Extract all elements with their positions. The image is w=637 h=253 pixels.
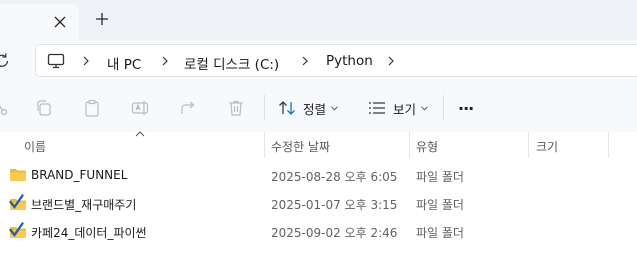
chevron-right-icon[interactable] xyxy=(81,56,91,66)
close-icon[interactable] xyxy=(51,13,69,31)
chevron-right-icon[interactable] xyxy=(386,56,396,66)
chevron-right-icon[interactable] xyxy=(300,56,310,66)
checked-folder-icon xyxy=(9,222,26,238)
file-name: BRAND_FUNNEL xyxy=(31,168,128,182)
navigation-row: 내 PC 로컬 디스크 (C:) Python xyxy=(0,40,637,82)
file-name: 카페24_데이터_파이썬 xyxy=(31,226,147,240)
column-divider[interactable] xyxy=(409,132,410,158)
chevron-down-icon xyxy=(421,105,428,111)
address-bar[interactable]: 내 PC 로컬 디스크 (C:) Python xyxy=(35,44,637,77)
plus-icon[interactable] xyxy=(93,10,111,28)
tab-strip xyxy=(0,0,637,40)
file-type: 파일 폴더 xyxy=(416,170,464,184)
column-size[interactable]: 크기 xyxy=(536,138,558,155)
file-type: 파일 폴더 xyxy=(416,226,464,240)
file-row[interactable]: BRAND_FUNNEL 2025-08-28 오후 6:05 파일 폴더 xyxy=(0,161,637,189)
chevron-right-icon[interactable] xyxy=(160,56,170,66)
checked-folder-icon xyxy=(9,194,26,210)
column-header: 이름 수정한 날짜 유형 크기 xyxy=(0,131,637,158)
view-icon xyxy=(369,102,385,114)
command-bar: 정렬 보기 ··· xyxy=(0,82,637,132)
more-options-button[interactable]: ··· xyxy=(458,95,474,121)
share-icon[interactable] xyxy=(178,98,198,118)
paste-icon[interactable] xyxy=(82,98,102,118)
cut-icon[interactable] xyxy=(0,98,10,118)
file-row[interactable]: 카페24_데이터_파이썬 2025-09-02 오후 2:46 파일 폴더 xyxy=(0,217,637,245)
file-modified: 2025-01-07 오후 3:15 xyxy=(271,198,398,212)
chevron-down-icon xyxy=(331,105,338,111)
sort-label: 정렬 xyxy=(303,101,327,117)
refresh-icon[interactable] xyxy=(0,51,12,71)
toolbar-separator xyxy=(443,95,444,120)
sort-button[interactable]: 정렬 xyxy=(277,95,338,121)
file-row[interactable]: 브랜드별_재구매주기 2025-01-07 오후 3:15 파일 폴더 xyxy=(0,189,637,217)
column-divider[interactable] xyxy=(528,132,529,158)
active-tab[interactable] xyxy=(0,4,79,40)
view-button[interactable]: 보기 xyxy=(367,95,428,121)
delete-icon[interactable] xyxy=(226,98,246,118)
toolbar-separator xyxy=(264,95,265,120)
breadcrumb-python[interactable]: Python xyxy=(326,53,373,69)
file-name: 브랜드별_재구매주기 xyxy=(31,198,137,212)
column-modified[interactable]: 수정한 날짜 xyxy=(271,138,330,155)
file-modified: 2025-08-28 오후 6:05 xyxy=(271,170,398,184)
view-label: 보기 xyxy=(393,101,417,117)
file-modified: 2025-09-02 오후 2:46 xyxy=(271,226,398,240)
breadcrumb-this-pc[interactable]: 내 PC xyxy=(107,53,141,73)
column-divider[interactable] xyxy=(264,132,265,158)
copy-icon[interactable] xyxy=(34,98,54,118)
sort-icon xyxy=(279,101,295,115)
sort-ascending-icon xyxy=(135,131,145,137)
this-pc-icon[interactable] xyxy=(47,53,65,69)
rename-icon[interactable] xyxy=(130,98,150,118)
column-name[interactable]: 이름 xyxy=(24,138,46,155)
folder-icon xyxy=(10,169,26,181)
breadcrumb-local-disk[interactable]: 로컬 디스크 (C:) xyxy=(184,53,279,73)
column-type[interactable]: 유형 xyxy=(416,138,438,155)
file-type: 파일 폴더 xyxy=(416,198,464,212)
column-divider[interactable] xyxy=(608,132,609,158)
